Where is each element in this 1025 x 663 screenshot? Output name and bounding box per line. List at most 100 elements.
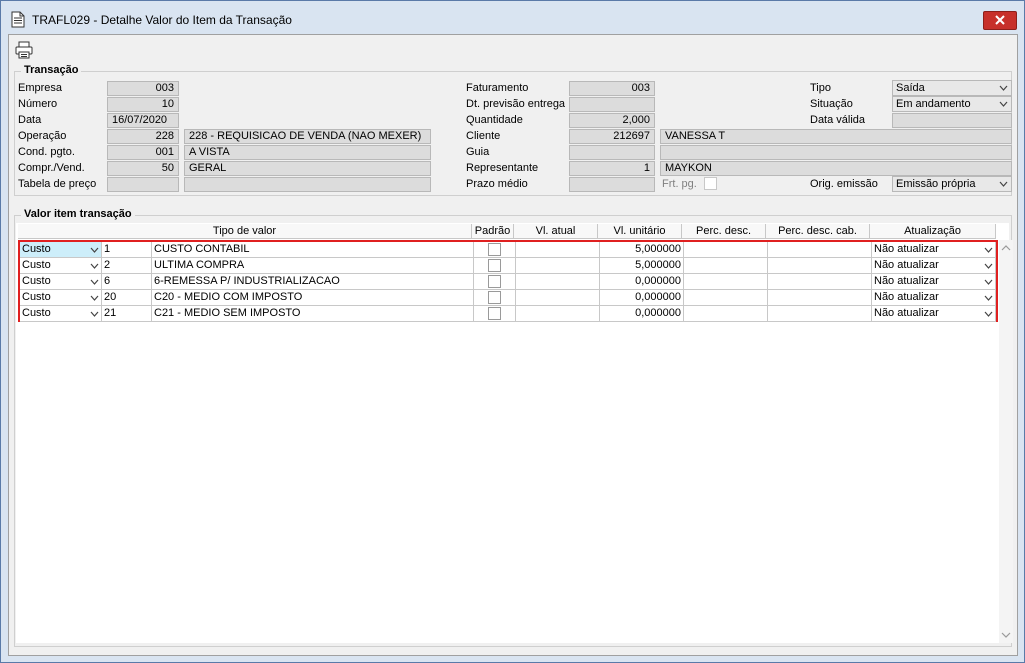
- situacao-select[interactable]: Em andamento: [892, 96, 1012, 112]
- padrao-cell: [474, 242, 516, 258]
- vl-unitario-cell[interactable]: 5,000000: [600, 242, 684, 258]
- perc-desc-cell[interactable]: [684, 306, 768, 322]
- padrao-cell: [474, 306, 516, 322]
- title-bar: TRAFL029 - Detalhe Valor do Item da Tran…: [1, 1, 1024, 34]
- orig-emissao-select[interactable]: Emissão própria: [892, 176, 1012, 192]
- tipo-cell[interactable]: Custo: [20, 274, 102, 290]
- perc-desc-cell[interactable]: [684, 242, 768, 258]
- code-cell[interactable]: 2: [102, 258, 152, 274]
- vl-atual-cell[interactable]: [516, 290, 600, 306]
- empresa-field[interactable]: 003: [107, 81, 179, 96]
- representante-desc-field: MAYKON: [660, 161, 1012, 176]
- perc-desc-cell[interactable]: [684, 290, 768, 306]
- transacao-group-label: Transação: [21, 64, 82, 76]
- data-valida-label: Data válida: [810, 114, 866, 126]
- frt-pg-label: Frt. pg.: [662, 178, 697, 190]
- vl-atual-cell[interactable]: [516, 306, 600, 322]
- perc-desc-cell[interactable]: [684, 258, 768, 274]
- tabela-preco-code-field[interactable]: [107, 177, 179, 192]
- operacao-code-field[interactable]: 228: [107, 129, 179, 144]
- vl-unitario-cell[interactable]: 0,000000: [600, 306, 684, 322]
- tipo-cell[interactable]: Custo: [20, 306, 102, 322]
- col-padrao[interactable]: Padrão: [472, 224, 514, 239]
- close-button[interactable]: [983, 11, 1017, 30]
- code-cell[interactable]: 1: [102, 242, 152, 258]
- atualizacao-cell[interactable]: Não atualizar: [872, 258, 996, 274]
- guia-code-field[interactable]: [569, 145, 655, 160]
- vl-unitario-cell[interactable]: 0,000000: [600, 290, 684, 306]
- atualizacao-cell[interactable]: Não atualizar: [872, 274, 996, 290]
- perc-desc-cab-cell[interactable]: [768, 242, 872, 258]
- table-row[interactable]: Custo 1 CUSTO CONTABIL 5,000000 Não atua…: [20, 242, 996, 258]
- col-vl-unitario[interactable]: Vl. unitário: [598, 224, 682, 239]
- padrao-checkbox[interactable]: [488, 259, 501, 272]
- col-tipo-valor[interactable]: Tipo de valor: [18, 224, 472, 239]
- prazo-medio-field[interactable]: [569, 177, 655, 192]
- cond-pgto-code-field[interactable]: 001: [107, 145, 179, 160]
- numero-label: Número: [18, 98, 58, 110]
- tipo-cell-value: Custo: [22, 307, 51, 319]
- chevron-down-icon: [90, 295, 99, 301]
- padrao-checkbox[interactable]: [488, 275, 501, 288]
- col-atualizacao[interactable]: Atualização: [870, 224, 996, 239]
- perc-desc-cab-cell[interactable]: [768, 274, 872, 290]
- quantidade-field[interactable]: 2,000: [569, 113, 655, 128]
- perc-desc-cab-cell[interactable]: [768, 258, 872, 274]
- valor-item-group-label: Valor item transação: [21, 208, 135, 220]
- vl-atual-cell[interactable]: [516, 274, 600, 290]
- data-field[interactable]: 16/07/2020: [107, 113, 179, 128]
- col-perc-desc[interactable]: Perc. desc.: [682, 224, 766, 239]
- chevron-down-icon: [984, 279, 993, 285]
- dt-previsao-entrega-field[interactable]: [569, 97, 655, 112]
- perc-desc-cab-cell[interactable]: [768, 306, 872, 322]
- compr-vend-code-field[interactable]: 50: [107, 161, 179, 176]
- tipo-select[interactable]: Saída: [892, 80, 1012, 96]
- desc-cell: 6-REMESSA P/ INDUSTRIALIZACAO: [152, 274, 474, 290]
- vl-atual-cell[interactable]: [516, 258, 600, 274]
- tipo-cell[interactable]: Custo: [20, 242, 102, 258]
- print-icon[interactable]: [15, 41, 33, 59]
- guia-label: Guia: [466, 146, 490, 158]
- data-valida-field[interactable]: [892, 113, 1012, 128]
- atualizacao-cell[interactable]: Não atualizar: [872, 306, 996, 322]
- chevron-down-icon: [90, 263, 99, 269]
- faturamento-field[interactable]: 003: [569, 81, 655, 96]
- frt-pg-checkbox[interactable]: [704, 177, 717, 190]
- cliente-code-field[interactable]: 212697: [569, 129, 655, 144]
- grid-rows: Custo 1 CUSTO CONTABIL 5,000000 Não atua…: [18, 240, 998, 322]
- padrao-cell: [474, 258, 516, 274]
- padrao-checkbox[interactable]: [488, 243, 501, 256]
- code-cell[interactable]: 21: [102, 306, 152, 322]
- vl-unitario-cell[interactable]: 0,000000: [600, 274, 684, 290]
- atualizacao-cell[interactable]: Não atualizar: [872, 242, 996, 258]
- numero-field[interactable]: 10: [107, 97, 179, 112]
- table-row[interactable]: Custo 21 C21 - MEDIO SEM IMPOSTO 0,00000…: [20, 306, 996, 322]
- padrao-checkbox[interactable]: [488, 307, 501, 320]
- tipo-cell-value: Custo: [22, 291, 51, 303]
- table-row[interactable]: Custo 6 6-REMESSA P/ INDUSTRIALIZACAO 0,…: [20, 274, 996, 290]
- atualizacao-cell[interactable]: Não atualizar: [872, 290, 996, 306]
- vertical-scrollbar[interactable]: [999, 240, 1013, 643]
- code-cell[interactable]: 6: [102, 274, 152, 290]
- tipo-label: Tipo: [810, 82, 831, 94]
- perc-desc-cab-cell[interactable]: [768, 290, 872, 306]
- padrao-checkbox[interactable]: [488, 291, 501, 304]
- vl-unitario-cell[interactable]: 5,000000: [600, 258, 684, 274]
- table-row[interactable]: Custo 20 C20 - MEDIO COM IMPOSTO 0,00000…: [20, 290, 996, 306]
- code-cell[interactable]: 20: [102, 290, 152, 306]
- representante-code-field[interactable]: 1: [569, 161, 655, 176]
- col-perc-desc-cab[interactable]: Perc. desc. cab.: [766, 224, 870, 239]
- tipo-cell[interactable]: Custo: [20, 258, 102, 274]
- col-vl-atual[interactable]: Vl. atual: [514, 224, 598, 239]
- chevron-down-icon: [90, 311, 99, 317]
- chevron-down-icon: [90, 279, 99, 285]
- quantidade-label: Quantidade: [466, 114, 523, 126]
- scroll-up-icon[interactable]: [999, 242, 1013, 254]
- table-row[interactable]: Custo 2 ULTIMA COMPRA 5,000000 Não atual…: [20, 258, 996, 274]
- tipo-cell[interactable]: Custo: [20, 290, 102, 306]
- scroll-down-icon[interactable]: [999, 629, 1013, 641]
- orig-emissao-select-value: Emissão própria: [896, 178, 976, 190]
- perc-desc-cell[interactable]: [684, 274, 768, 290]
- vl-atual-cell[interactable]: [516, 242, 600, 258]
- tabela-preco-desc-field: [184, 177, 431, 192]
